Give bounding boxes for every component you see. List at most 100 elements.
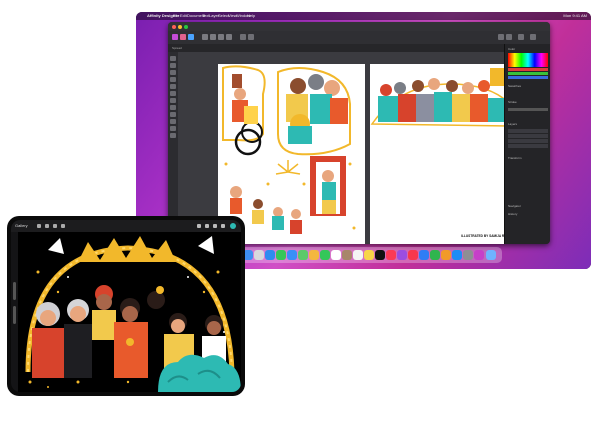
- zoom-window-icon[interactable]: [184, 25, 188, 29]
- adjustments-icon[interactable]: [45, 224, 49, 228]
- hand-tool-icon[interactable]: [170, 126, 176, 131]
- folder-icon[interactable]: [486, 250, 496, 260]
- transform-icon[interactable]: [61, 224, 65, 228]
- color-slider-green[interactable]: [508, 72, 548, 75]
- shape-tool-icon[interactable]: [170, 98, 176, 103]
- eyedropper-tool-icon[interactable]: [170, 133, 176, 138]
- export-persona-icon[interactable]: [188, 34, 194, 40]
- fill-tool-icon[interactable]: [170, 91, 176, 96]
- appstore-icon[interactable]: [452, 250, 462, 260]
- layers-icon[interactable]: [221, 224, 225, 228]
- procreate-sidebar: [11, 232, 18, 392]
- layer-row[interactable]: [508, 129, 548, 133]
- panel-title-history[interactable]: History: [508, 212, 517, 216]
- menu-bar: Affinity Designer File Edit Document Tex…: [136, 12, 591, 20]
- smudge-icon[interactable]: [205, 224, 209, 228]
- menu-item-file[interactable]: File: [173, 12, 179, 20]
- toolbar-icon[interactable]: [530, 34, 536, 40]
- toolbar-icon[interactable]: [218, 34, 224, 40]
- illustration-credit: ILLUSTRATED BY SAMIJA RAO: [461, 234, 509, 238]
- panel-title-layers[interactable]: Layers: [508, 122, 517, 126]
- layer-row[interactable]: [508, 139, 548, 143]
- color-slider-blue[interactable]: [508, 76, 548, 79]
- brush-icon[interactable]: [197, 224, 201, 228]
- calendar-icon[interactable]: [331, 250, 341, 260]
- crop-tool-icon[interactable]: [170, 112, 176, 117]
- affinity-icon[interactable]: [474, 250, 484, 260]
- podcasts-icon[interactable]: [397, 250, 407, 260]
- stroke-width-slider[interactable]: [508, 108, 548, 111]
- page-right: ILLUSTRATED BY SAMIJA RAO 27: [370, 64, 517, 244]
- toolbar-icon[interactable]: [240, 34, 246, 40]
- layer-row[interactable]: [508, 134, 548, 138]
- pen-tool-icon[interactable]: [170, 70, 176, 75]
- toolbar-icon[interactable]: [518, 34, 524, 40]
- affinity-window: Illustration — Fiesta Spread.afdesign Sp…: [168, 22, 550, 244]
- pages-icon[interactable]: [441, 250, 451, 260]
- selection-icon[interactable]: [53, 224, 57, 228]
- close-window-icon[interactable]: [172, 25, 176, 29]
- color-spectrum[interactable]: [508, 53, 548, 67]
- settings-icon[interactable]: [463, 250, 473, 260]
- menu-item-help[interactable]: Help: [247, 12, 255, 20]
- zoom-tool-icon[interactable]: [170, 119, 176, 124]
- keynote-icon[interactable]: [419, 250, 429, 260]
- toolbar-icon[interactable]: [506, 34, 512, 40]
- panel-title-swatches[interactable]: Swatches: [508, 84, 521, 88]
- toolbar: Illustration — Fiesta Spread.afdesign: [168, 31, 550, 51]
- dock: [240, 247, 502, 263]
- toolbar-icon[interactable]: [210, 34, 216, 40]
- context-label: Spread: [172, 46, 182, 50]
- news-icon[interactable]: [408, 250, 418, 260]
- ipad-device: Gallery: [7, 216, 245, 396]
- node-tool-icon[interactable]: [170, 63, 176, 68]
- actions-icon[interactable]: [37, 224, 41, 228]
- ipad-screen: Gallery: [11, 220, 241, 392]
- toolbar-icon[interactable]: [202, 34, 208, 40]
- safari-icon[interactable]: [265, 250, 275, 260]
- notes-icon[interactable]: [364, 250, 374, 260]
- layer-row[interactable]: [508, 144, 548, 148]
- designer-persona-icon[interactable]: [172, 34, 178, 40]
- eraser-icon[interactable]: [213, 224, 217, 228]
- panel-title-stroke[interactable]: Stroke: [508, 100, 517, 104]
- music-icon[interactable]: [386, 250, 396, 260]
- panel-title-color[interactable]: Color: [508, 47, 515, 51]
- mail-icon[interactable]: [287, 250, 297, 260]
- maps-icon[interactable]: [298, 250, 308, 260]
- move-tool-icon[interactable]: [170, 56, 176, 61]
- panel-title-navigator[interactable]: Navigator: [508, 204, 521, 208]
- left-page-illustration: [222, 65, 356, 234]
- brush-tool-icon[interactable]: [170, 84, 176, 89]
- contacts-icon[interactable]: [342, 250, 352, 260]
- procreate-toolbar: Gallery: [11, 220, 241, 232]
- procreate-artwork[interactable]: [18, 232, 241, 392]
- studio-panels: Color Swatches Stroke Layers Transform N…: [504, 44, 550, 244]
- reminders-icon[interactable]: [353, 250, 363, 260]
- toolbar-icon[interactable]: [248, 34, 254, 40]
- toolbar-icon[interactable]: [498, 34, 504, 40]
- menu-clock: Mon 9:41 AM: [563, 13, 587, 18]
- gallery-button[interactable]: Gallery: [15, 220, 28, 232]
- toolbar-icon[interactable]: [226, 34, 232, 40]
- messages-icon[interactable]: [276, 250, 286, 260]
- pencil-tool-icon[interactable]: [170, 77, 176, 82]
- right-page-illustration: [370, 64, 517, 134]
- tv-icon[interactable]: [375, 250, 385, 260]
- pixel-persona-icon[interactable]: [180, 34, 186, 40]
- color-picker-icon[interactable]: [230, 223, 236, 229]
- page-left: [218, 64, 365, 244]
- launchpad-icon[interactable]: [254, 250, 264, 260]
- window-titlebar[interactable]: [168, 22, 550, 31]
- panel-title-transform[interactable]: Transform: [508, 156, 522, 160]
- minimize-window-icon[interactable]: [178, 25, 182, 29]
- color-slider-red[interactable]: [508, 68, 548, 71]
- facetime-icon[interactable]: [320, 250, 330, 260]
- brush-size-slider[interactable]: [13, 282, 16, 300]
- opacity-slider[interactable]: [13, 306, 16, 324]
- numbers-icon[interactable]: [430, 250, 440, 260]
- menu-item-edit[interactable]: Edit: [180, 12, 187, 20]
- context-toolbar: Spread: [168, 44, 550, 52]
- photos-icon[interactable]: [309, 250, 319, 260]
- text-tool-icon[interactable]: [170, 105, 176, 110]
